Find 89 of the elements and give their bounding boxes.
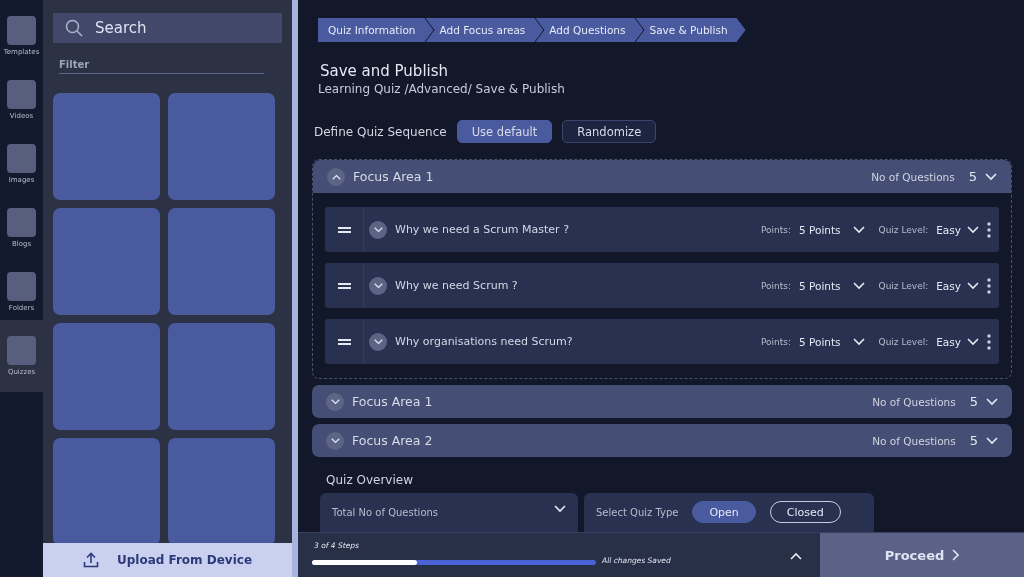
dropdown-icon bbox=[967, 281, 979, 290]
question-text: Why we need a Scrum Master ? bbox=[395, 223, 570, 236]
toggle-button[interactable] bbox=[327, 167, 345, 186]
search-field[interactable]: Search bbox=[53, 13, 282, 43]
count-label: No of Questions bbox=[871, 170, 955, 183]
thumbnail-icon bbox=[7, 16, 36, 45]
media-tile[interactable] bbox=[53, 93, 160, 200]
media-tile[interactable] bbox=[168, 438, 275, 543]
more-icon[interactable] bbox=[987, 333, 991, 350]
points-label: Points: bbox=[760, 280, 791, 291]
chevron-icon bbox=[330, 437, 340, 444]
thumbnail-icon bbox=[7, 208, 36, 237]
filter-label: Filter bbox=[59, 59, 264, 74]
level-label: Quiz Level: bbox=[878, 280, 929, 291]
media-tile[interactable] bbox=[53, 208, 160, 315]
sequence-label: Define Quiz Sequence bbox=[314, 124, 447, 139]
media-tile[interactable] bbox=[53, 438, 160, 543]
focus-area-name: Focus Area 1 bbox=[353, 169, 435, 184]
media-tile[interactable] bbox=[168, 208, 275, 315]
dropdown-icon bbox=[852, 281, 865, 290]
count-value: 5 bbox=[969, 394, 978, 409]
step-tab[interactable]: Quiz Information bbox=[318, 18, 434, 42]
thumbnail-icon bbox=[7, 272, 36, 301]
points-select[interactable]: 5 Points bbox=[799, 223, 865, 236]
points-select[interactable]: 5 Points bbox=[799, 335, 865, 348]
level-select[interactable]: Easy bbox=[936, 279, 979, 292]
expand-button[interactable] bbox=[369, 332, 387, 351]
level-select[interactable]: Easy bbox=[936, 223, 979, 236]
toggle-button[interactable] bbox=[326, 431, 344, 450]
dropdown-icon bbox=[986, 397, 998, 406]
focus-area-name: Focus Area 1 bbox=[352, 394, 434, 409]
question-text: Why organisations need Scrum? bbox=[395, 335, 574, 348]
points-label: Points: bbox=[760, 336, 791, 347]
chevron-icon bbox=[330, 398, 340, 405]
drag-handle-icon[interactable] bbox=[337, 226, 351, 233]
dropdown-icon bbox=[986, 436, 998, 445]
drag-handle-icon[interactable] bbox=[337, 282, 351, 289]
dropdown-icon bbox=[554, 505, 566, 513]
chevron-icon bbox=[373, 226, 383, 233]
thumbnail-icon bbox=[7, 336, 36, 365]
count-label: No of Questions bbox=[872, 434, 956, 447]
focus-area-header[interactable]: Focus Area 1 No of Questions 5 bbox=[313, 160, 1011, 193]
sequence-option[interactable]: Randomize bbox=[562, 120, 657, 143]
more-icon[interactable] bbox=[987, 277, 991, 294]
thumbnail-icon bbox=[7, 144, 36, 173]
sequence-option[interactable]: Use default bbox=[456, 120, 553, 143]
chevron-right-icon bbox=[952, 549, 960, 561]
drag-handle-icon[interactable] bbox=[337, 338, 351, 345]
chevron-icon bbox=[373, 282, 383, 289]
expand-button[interactable] bbox=[369, 220, 387, 239]
breadcrumb: Learning Quiz /Advanced/ Save & Publish bbox=[318, 82, 566, 96]
media-tile[interactable] bbox=[168, 93, 275, 200]
level-label: Quiz Level: bbox=[878, 336, 929, 347]
section-title: Quiz Overview bbox=[326, 473, 414, 487]
dropdown-icon bbox=[852, 337, 865, 346]
chevron-icon bbox=[373, 338, 383, 345]
dropdown-icon bbox=[985, 172, 997, 181]
media-tile[interactable] bbox=[53, 323, 160, 430]
chevron-up-icon bbox=[790, 551, 802, 560]
level-label: Quiz Level: bbox=[878, 224, 929, 235]
media-tile[interactable] bbox=[168, 323, 275, 430]
dropdown-icon bbox=[852, 225, 865, 234]
focus-area-name: Focus Area 2 bbox=[352, 433, 434, 448]
more-icon[interactable] bbox=[987, 221, 991, 238]
count-value: 5 bbox=[968, 169, 977, 184]
chevron-icon bbox=[331, 173, 341, 180]
count-value: 5 bbox=[969, 433, 978, 448]
upload-icon bbox=[82, 552, 99, 568]
toggle-button[interactable] bbox=[326, 392, 344, 411]
step-tab[interactable]: Add Questions bbox=[535, 18, 644, 42]
dropdown-icon bbox=[967, 337, 979, 346]
step-tab[interactable]: Add Focus areas bbox=[425, 18, 544, 42]
points-label: Points: bbox=[760, 224, 791, 235]
count-label: No of Questions bbox=[872, 395, 956, 408]
total-questions-field[interactable]: Total No of Questions bbox=[320, 493, 578, 532]
quiz-type-option[interactable]: Open bbox=[692, 501, 756, 523]
focus-area-header[interactable]: Focus Area 1 No of Questions 5 bbox=[312, 385, 1012, 418]
question-text: Why we need Scrum ? bbox=[395, 279, 519, 292]
page-title: Save and Publish bbox=[320, 62, 450, 80]
upload-button[interactable]: Upload From Device bbox=[43, 543, 292, 577]
step-tab[interactable]: Save & Publish bbox=[635, 18, 746, 42]
expand-button[interactable] bbox=[369, 276, 387, 295]
points-select[interactable]: 5 Points bbox=[799, 279, 865, 292]
quiz-type-label: Select Quiz Type bbox=[596, 507, 679, 518]
thumbnail-icon bbox=[7, 80, 36, 109]
dropdown-icon bbox=[967, 225, 979, 234]
proceed-button[interactable]: Proceed bbox=[820, 533, 1024, 577]
level-select[interactable]: Easy bbox=[936, 335, 979, 348]
focus-area-header[interactable]: Focus Area 2 No of Questions 5 bbox=[312, 424, 1012, 457]
